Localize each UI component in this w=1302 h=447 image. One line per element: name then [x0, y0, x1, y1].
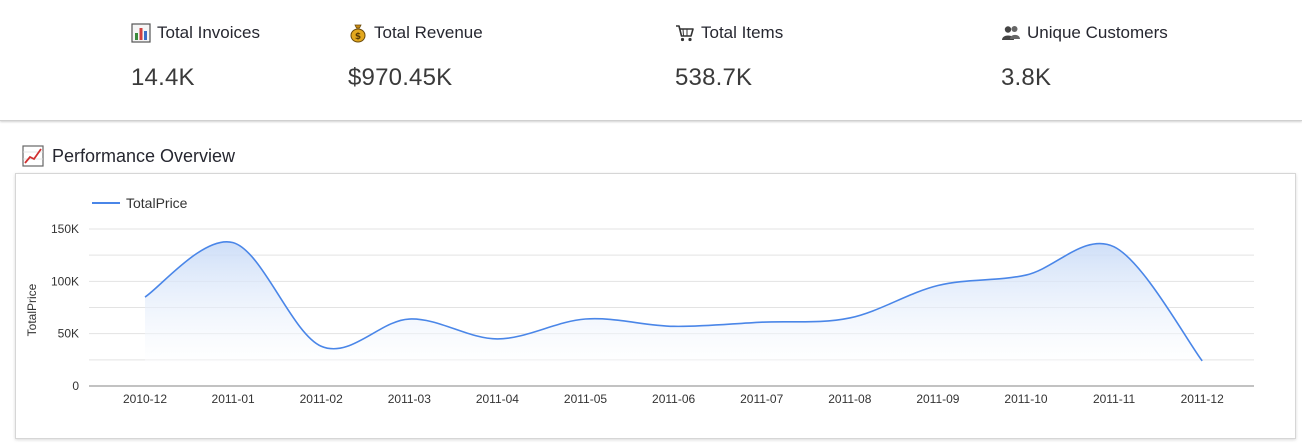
x-tick-label: 2011-03 — [388, 392, 431, 406]
y-axis-ticks: 0 50K 100K 150K — [51, 222, 79, 393]
area-fill — [145, 241, 1203, 366]
kpi-value: 3.8K — [1001, 64, 1052, 91]
y-tick-label: 150K — [51, 222, 79, 236]
section-title: Performance Overview — [52, 145, 236, 166]
kpi-unique-customers: Unique Customers 3.8K — [1001, 22, 1168, 92]
x-tick-label: 2011-05 — [564, 392, 607, 406]
x-tick-label: 2011-06 — [652, 392, 695, 406]
kpi-total-revenue: $ Total Revenue $970.45K — [348, 22, 483, 92]
bar-chart-icon — [131, 23, 151, 43]
kpi-label: Unique Customers — [1027, 23, 1168, 42]
kpi-total-items: Total Items 538.7K — [675, 22, 783, 92]
kpi-value: 14.4K — [131, 64, 195, 91]
y-tick-label: 50K — [58, 327, 79, 341]
shopping-cart-icon — [676, 25, 694, 42]
x-tick-label: 2011-01 — [212, 392, 255, 406]
x-tick-label: 2011-07 — [740, 392, 783, 406]
kpi-label: Total Revenue — [374, 23, 483, 42]
kpi-label: Total Items — [701, 23, 784, 42]
money-bag-icon: $ — [350, 24, 366, 43]
section-header: Performance Overview — [22, 143, 235, 169]
y-tick-label: 0 — [72, 379, 79, 393]
kpi-value: $970.45K — [348, 64, 453, 91]
legend-label[interactable]: TotalPrice — [126, 195, 188, 211]
kpi-card: Total Invoices 14.4K $ Total Revenue $97… — [0, 0, 1302, 121]
performance-chart-card: 0 50K 100K 150K 2010-12 2011-01 2011-02 2011-0… — [15, 173, 1296, 439]
x-tick-label: 2011-02 — [300, 392, 343, 406]
svg-text:$: $ — [355, 32, 361, 42]
x-tick-label: 2011-04 — [476, 392, 519, 406]
kpi-total-invoices: Total Invoices 14.4K — [131, 22, 260, 92]
x-tick-label: 2011-09 — [916, 392, 959, 406]
trend-chart-icon — [22, 145, 44, 167]
kpi-value: 538.7K — [675, 64, 753, 91]
y-axis-label: TotalPrice — [25, 283, 39, 336]
x-tick-label: 2011-12 — [1181, 392, 1224, 406]
y-tick-label: 100K — [51, 274, 79, 288]
x-axis-ticks: 2010-12 2011-01 2011-02 2011-03 2011-04 2011-… — [123, 392, 1224, 406]
x-tick-label: 2011-10 — [1004, 392, 1047, 406]
kpi-label: Total Invoices — [157, 23, 260, 42]
users-icon — [1002, 26, 1020, 40]
x-tick-label: 2010-12 — [123, 392, 167, 406]
x-tick-label: 2011-11 — [1093, 392, 1136, 406]
performance-chart: 0 50K 100K 150K 2010-12 2011-01 2011-02 2011-0… — [25, 195, 1254, 406]
x-tick-label: 2011-08 — [828, 392, 871, 406]
